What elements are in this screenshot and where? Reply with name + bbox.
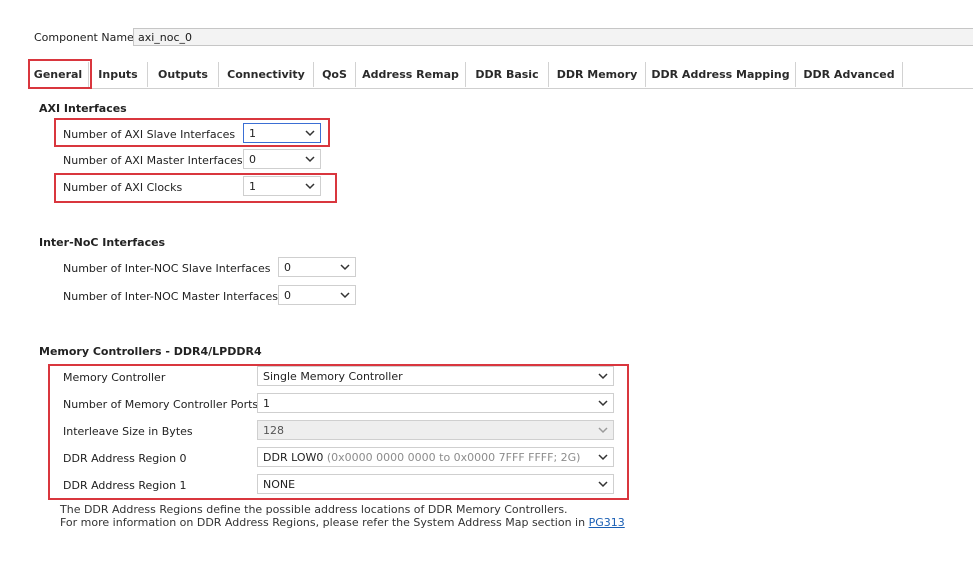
region0-dropdown[interactable]: DDR LOW0 (0x0000 0000 0000 to 0x0000 7FF…: [257, 447, 614, 467]
tab-address-remap[interactable]: Address Remap: [356, 62, 466, 87]
region-note-text: For more information on DDR Address Regi…: [60, 516, 589, 529]
chevron-down-icon: [305, 183, 315, 190]
component-name-input[interactable]: axi_noc_0: [133, 28, 973, 46]
component-name-label: Component Name: [34, 31, 134, 44]
region1-dropdown[interactable]: NONE: [257, 474, 614, 494]
region1-value: NONE: [263, 478, 296, 491]
internoc-heading: Inter-NoC Interfaces: [39, 236, 166, 249]
internoc-master-label: Number of Inter-NOC Master Interfaces: [63, 290, 278, 303]
axi-master-dropdown[interactable]: 0: [243, 149, 321, 169]
tab-ddr-memory[interactable]: DDR Memory: [549, 62, 646, 87]
axi-clocks-label: Number of AXI Clocks: [63, 181, 183, 194]
tab-inputs[interactable]: Inputs: [89, 62, 148, 87]
interleave-value: 128: [263, 424, 284, 437]
tab-ddr-basic[interactable]: DDR Basic: [466, 62, 549, 87]
axi-slave-label: Number of AXI Slave Interfaces: [63, 128, 236, 141]
tab-ddr-address-mapping[interactable]: DDR Address Mapping: [646, 62, 796, 87]
chevron-down-icon: [598, 481, 608, 488]
tab-bar: General Inputs Outputs Connectivity QoS …: [28, 62, 973, 89]
region0-value: DDR LOW0: [263, 451, 324, 464]
chevron-down-icon: [305, 156, 315, 163]
tab-ddr-advanced[interactable]: DDR Advanced: [796, 62, 903, 87]
chevron-down-icon: [340, 292, 350, 299]
tab-qos[interactable]: QoS: [314, 62, 356, 87]
axi-master-label: Number of AXI Master Interfaces: [63, 154, 243, 167]
internoc-master-value: 0: [284, 289, 291, 302]
memctrl-value: Single Memory Controller: [263, 370, 403, 383]
internoc-slave-dropdown[interactable]: 0: [278, 257, 356, 277]
axi-master-value: 0: [249, 153, 256, 166]
region1-label: DDR Address Region 1: [63, 479, 187, 492]
internoc-slave-label: Number of Inter-NOC Slave Interfaces: [63, 262, 271, 275]
tab-outputs[interactable]: Outputs: [148, 62, 219, 87]
axi-interfaces-heading: AXI Interfaces: [39, 102, 127, 115]
chevron-down-icon: [340, 264, 350, 271]
axi-clocks-value: 1: [249, 180, 256, 193]
chevron-down-icon: [305, 130, 315, 137]
axi-clocks-dropdown[interactable]: 1: [243, 176, 321, 196]
chevron-down-icon: [598, 373, 608, 380]
internoc-slave-value: 0: [284, 261, 291, 274]
tab-connectivity[interactable]: Connectivity: [219, 62, 314, 87]
chevron-down-icon: [598, 427, 608, 434]
region-note-line2: For more information on DDR Address Regi…: [60, 516, 625, 529]
axi-slave-value: 1: [249, 127, 256, 140]
memctrl-ports-label: Number of Memory Controller Ports: [63, 398, 259, 411]
memctrl-heading: Memory Controllers - DDR4/LPDDR4: [39, 345, 262, 358]
pg313-link[interactable]: PG313: [589, 516, 625, 529]
memctrl-dropdown[interactable]: Single Memory Controller: [257, 366, 614, 386]
internoc-master-dropdown[interactable]: 0: [278, 285, 356, 305]
tab-general[interactable]: General: [28, 62, 89, 87]
memctrl-ports-value: 1: [263, 397, 270, 410]
chevron-down-icon: [598, 400, 608, 407]
memctrl-ports-dropdown[interactable]: 1: [257, 393, 614, 413]
interleave-label: Interleave Size in Bytes: [63, 425, 193, 438]
region0-label: DDR Address Region 0: [63, 452, 187, 465]
interleave-dropdown: 128: [257, 420, 614, 440]
chevron-down-icon: [598, 454, 608, 461]
memctrl-label: Memory Controller: [63, 371, 166, 384]
axi-slave-dropdown[interactable]: 1: [243, 123, 321, 143]
region0-detail: (0x0000 0000 0000 to 0x0000 7FFF FFFF; 2…: [323, 451, 581, 464]
region-note-line1: The DDR Address Regions define the possi…: [60, 503, 568, 516]
